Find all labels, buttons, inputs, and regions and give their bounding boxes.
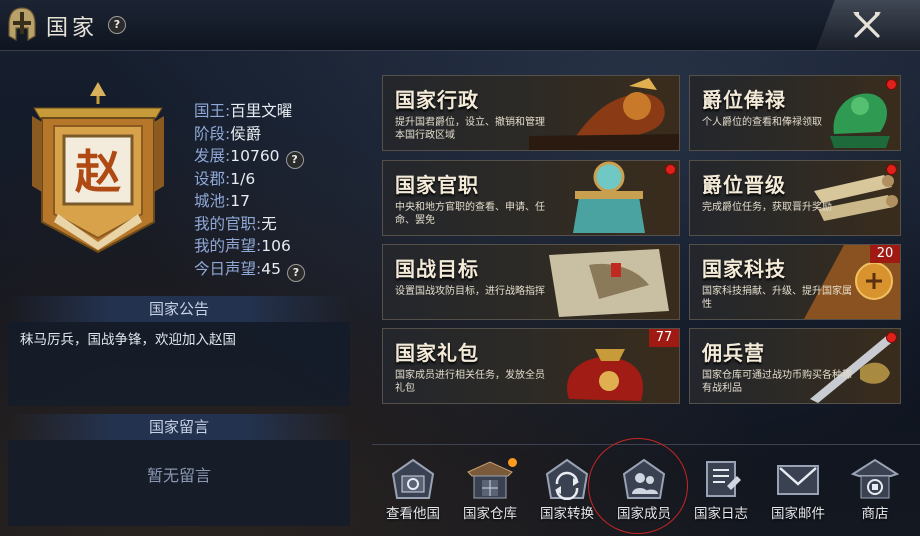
feature-card[interactable]: 国家科技国家科技捐献、升级、提升国家属性 20: [689, 244, 901, 320]
info-row: 今日声望:45?: [194, 258, 305, 282]
info-label: 发展:: [194, 147, 231, 165]
card-title: 国战目标: [395, 257, 479, 281]
bottom-button[interactable]: 商店: [840, 458, 910, 524]
info-label: 设郡:: [194, 169, 231, 188]
notice-panel: 秣马厉兵，国战争锋，欢迎加入赵国: [8, 322, 350, 406]
card-description: 国家仓库可通过战功币购买各种稀有战利品: [702, 370, 852, 394]
warehouse-icon: [467, 461, 513, 499]
shop-icon: [851, 458, 899, 499]
info-value: 百里文曜: [230, 102, 293, 120]
info-row: 我的官职:无: [194, 213, 305, 236]
mail-icon: [777, 465, 819, 495]
info-value: 侯爵: [230, 124, 262, 143]
notice-text: 秣马厉兵，国战争锋，欢迎加入赵国: [20, 332, 236, 348]
help-icon[interactable]: ?: [108, 16, 126, 34]
feature-card[interactable]: 爵位俸禄个人爵位的查看和俸禄领取: [689, 75, 901, 151]
empty-message-text: 暂无留言: [146, 466, 211, 485]
info-label: 我的声望:: [194, 237, 262, 255]
feature-card[interactable]: 国家官职中央和地方官职的查看、申请、任命、罢免: [382, 160, 680, 236]
bottom-button-label: 国家仓库: [463, 506, 517, 522]
info-row: 我的声望:106: [194, 235, 305, 258]
info-row: 阶段:侯爵: [194, 123, 305, 146]
title-bar: 国家 ?: [0, 0, 920, 51]
bottom-button[interactable]: 国家日志: [686, 458, 756, 524]
feature-card[interactable]: 爵位晋级完成爵位任务，获取晋升奖励: [689, 160, 901, 236]
bottom-button[interactable]: 国家仓库: [455, 458, 525, 524]
info-row: 发展:10760?: [194, 145, 305, 169]
info-value: 45: [261, 259, 281, 278]
count-badge: 20: [870, 245, 900, 263]
info-label: 我的官职:: [194, 214, 262, 233]
card-title: 国家官职: [395, 173, 479, 197]
info-row: 国王:百里文曜: [194, 100, 305, 123]
info-label: 国王:: [194, 102, 231, 120]
bottom-button-label: 国家日志: [694, 506, 748, 522]
feature-card[interactable]: 国战目标设置国战攻防目标，进行战略指挥: [382, 244, 680, 320]
notification-dot: [508, 458, 517, 467]
feature-card[interactable]: 国家行政提升国君爵位，设立、撤销和管理本国行政区域: [382, 75, 680, 151]
notice-header: 国家公告: [8, 296, 350, 322]
help-icon[interactable]: ?: [286, 263, 305, 282]
other-countries-icon: [391, 458, 435, 499]
nation-info: 国王:百里文曜 阶段:侯爵 发展:10760? 设郡:1/6 城池:17 我的官职:无 我的…: [194, 100, 305, 282]
card-title: 爵位晋级: [702, 173, 786, 197]
feature-card[interactable]: 国家礼包国家成员进行相关任务，发放全员礼包 77: [382, 328, 680, 404]
info-row: 城池:17: [194, 190, 305, 213]
info-row: 设郡:1/6: [194, 168, 305, 191]
nation-banner: 赵: [32, 82, 164, 254]
bottom-button-label: 商店: [861, 506, 889, 522]
transfer-icon: [545, 458, 589, 500]
bottom-button[interactable]: 查看他国: [378, 458, 448, 524]
count-badge: 77: [649, 329, 679, 347]
highlight-circle: [588, 438, 688, 534]
bottom-button-label: 查看他国: [386, 506, 440, 522]
card-description: 国家成员进行相关任务，发放全员礼包: [395, 370, 545, 394]
close-button[interactable]: [816, 0, 920, 50]
info-label: 城池:: [194, 192, 231, 210]
card-title: 佣兵营: [702, 341, 765, 365]
notification-dot: [886, 79, 897, 90]
info-value: 17: [230, 192, 250, 210]
card-title: 国家科技: [702, 257, 786, 281]
bottom-button[interactable]: 国家邮件: [763, 458, 833, 524]
card-description: 中央和地方官职的查看、申请、任命、罢免: [395, 202, 545, 226]
info-label: 今日声望:: [194, 259, 262, 278]
notification-dot: [886, 164, 897, 175]
info-value: 106: [261, 237, 291, 255]
messages-panel[interactable]: 暂无留言: [8, 440, 350, 526]
feature-card[interactable]: 佣兵营国家仓库可通过战功币购买各种稀有战利品: [689, 328, 901, 404]
messages-header: 国家留言: [8, 414, 350, 440]
banner-character: 赵: [75, 145, 121, 199]
card-title: 国家礼包: [395, 341, 479, 365]
card-title: 国家行政: [395, 88, 479, 112]
help-icon[interactable]: ?: [285, 151, 304, 169]
card-description: 设置国战攻防目标，进行战略指挥: [395, 286, 545, 297]
info-label: 阶段:: [194, 124, 231, 143]
card-description: 完成爵位任务，获取晋升奖励: [702, 202, 832, 213]
notification-dot: [665, 164, 676, 175]
bottom-button-label: 国家邮件: [771, 506, 825, 522]
helmet-icon: [8, 7, 36, 42]
card-description: 国家科技捐献、升级、提升国家属性: [702, 286, 852, 310]
close-icon: [853, 12, 881, 38]
log-icon: [706, 461, 741, 497]
card-description: 个人爵位的查看和俸禄领取: [702, 117, 822, 128]
info-value: 1/6: [230, 169, 256, 188]
info-value: 10760: [230, 147, 280, 165]
notification-dot: [886, 332, 897, 343]
info-value: 无: [261, 214, 277, 233]
card-description: 提升国君爵位，设立、撤销和管理本国行政区域: [395, 117, 545, 141]
page-title: 国家: [46, 16, 99, 41]
card-title: 爵位俸禄: [702, 88, 786, 112]
